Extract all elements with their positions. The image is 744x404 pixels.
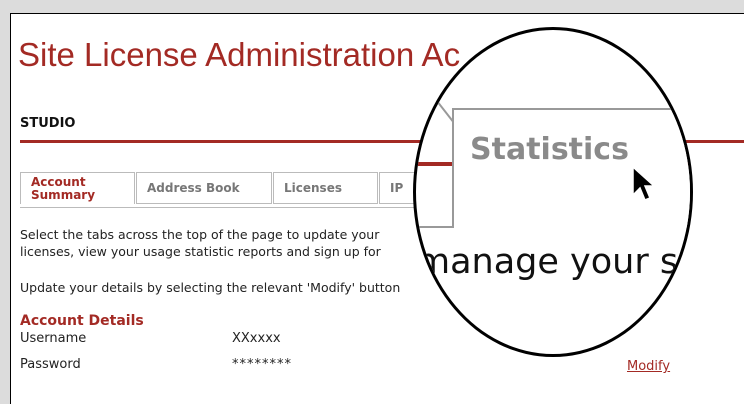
intro-text-line-3: Update your details by selecting the rel… <box>20 280 401 295</box>
tab-account-summary[interactable]: Account Summary <box>20 172 135 204</box>
username-value: XXxxxx <box>232 331 281 346</box>
modify-link[interactable]: Modify <box>627 359 670 374</box>
magnifier-lens: Statistics manage your sul <box>413 27 693 357</box>
intro-text-line-1: Select the tabs across the top of the pa… <box>20 227 380 242</box>
magnified-tab-baseline <box>416 226 452 228</box>
tab-bar: Account Summary Address Book Licenses IP <box>20 168 460 208</box>
intro-text-line-2: licenses, view your usage statistic repo… <box>20 244 381 259</box>
magnified-statistics-label: Statistics <box>470 132 629 167</box>
page-title: Site License Administration Ac <box>18 36 461 73</box>
tab-licenses[interactable]: Licenses <box>273 172 378 204</box>
tab-baseline <box>20 207 460 208</box>
password-value: ******** <box>232 357 292 372</box>
mouse-cursor-icon <box>632 165 656 201</box>
organization-name: STUDIO <box>20 116 76 131</box>
account-details-heading: Account Details <box>20 313 144 329</box>
magnified-text: manage your sul <box>416 242 693 282</box>
password-label: Password <box>20 357 81 372</box>
tab-address-book[interactable]: Address Book <box>136 172 272 204</box>
username-label: Username <box>20 331 87 346</box>
